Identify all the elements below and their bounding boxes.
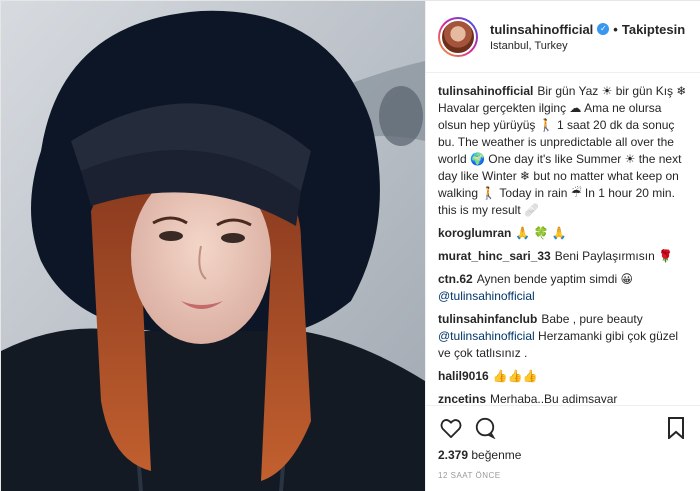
post-timestamp: 12 SAAT ÖNCE <box>438 471 501 480</box>
caption-username[interactable]: tulinsahinofficial <box>438 84 533 98</box>
comments-list[interactable]: tulinsahinofficial Bir gün Yaz ☀ bir gün … <box>426 73 700 403</box>
comment-text: Merhaba..Bu adimsayar <box>490 392 618 403</box>
comment-username[interactable]: ctn.62 <box>438 272 473 286</box>
comment-mention[interactable]: @tulinsahinofficial <box>438 329 535 343</box>
comment-mention[interactable]: @tulinsahinofficial <box>438 289 535 303</box>
likes-number: 2.379 <box>438 448 469 462</box>
avatar[interactable] <box>438 16 478 57</box>
selfie-image <box>1 1 425 491</box>
comment-item: tulinsahinfanclub Babe , pure beauty @tul… <box>438 311 689 362</box>
instagram-post-window: tulinsahinofficial ✓ • Takiptesin Istanb… <box>0 0 700 491</box>
comment-username[interactable]: koroglumran <box>438 226 511 240</box>
comment-bubble-icon[interactable] <box>472 415 498 441</box>
header-username[interactable]: tulinsahinofficial <box>490 22 593 37</box>
bookmark-icon[interactable] <box>663 415 689 441</box>
comment-text: Beni Paylaşırmısın 🌹 <box>554 249 674 263</box>
comment-username[interactable]: murat_hinc_sari_33 <box>438 249 551 263</box>
comment-text: 👍👍👍 <box>492 369 538 383</box>
comment-username[interactable]: zncetins <box>438 392 486 403</box>
comment-item: ctn.62 Aynen bende yaptim simdi 😀 @tulins… <box>438 271 689 305</box>
comment-item: koroglumran 🙏 🍀 🙏 <box>438 225 689 242</box>
heart-icon[interactable] <box>438 415 464 441</box>
comment-text: 🙏 🍀 🙏 <box>515 226 567 240</box>
comment-text: Aynen bende yaptim simdi 😀 <box>476 272 634 286</box>
comment-text: Babe , pure beauty <box>541 312 643 326</box>
likes-label: beğenme <box>471 448 522 462</box>
comment-item: murat_hinc_sari_33 Beni Paylaşırmısın 🌹 <box>438 248 689 265</box>
follow-status-button[interactable]: Takiptesin <box>622 22 685 37</box>
location-link[interactable]: Istanbul, Turkey <box>490 40 685 52</box>
likes-count[interactable]: 2.379 beğenme <box>438 448 689 462</box>
comment-item: halil9016 👍👍👍 <box>438 368 689 385</box>
caption: tulinsahinofficial Bir gün Yaz ☀ bir gün … <box>438 83 689 219</box>
comment-item: zncetins Merhaba..Bu adimsayar <box>438 391 689 403</box>
verified-badge-icon: ✓ <box>597 23 610 35</box>
post-photo[interactable] <box>1 1 425 491</box>
post-header: tulinsahinofficial ✓ • Takiptesin Istanb… <box>426 1 700 73</box>
separator-dot: • <box>613 21 618 37</box>
post-sidebar: tulinsahinofficial ✓ • Takiptesin Istanb… <box>425 1 700 491</box>
post-actions: 2.379 beğenme 12 SAAT ÖNCE <box>426 405 700 480</box>
caption-text: Bir gün Yaz ☀ bir gün Kış ❄ Havalar gerç… <box>438 84 687 217</box>
comment-username[interactable]: tulinsahinfanclub <box>438 312 537 326</box>
comment-username[interactable]: halil9016 <box>438 369 489 383</box>
